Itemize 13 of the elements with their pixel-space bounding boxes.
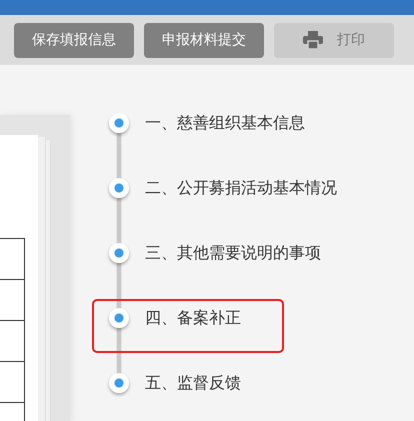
step-dot-icon bbox=[109, 243, 129, 263]
step-dot-icon bbox=[109, 308, 129, 328]
step-item[interactable]: 二、公开募捐活动基本情况 bbox=[94, 171, 337, 221]
step-dot-icon bbox=[109, 113, 129, 133]
toolbar-button[interactable]: 保存填报信息 bbox=[14, 22, 134, 58]
step-item[interactable]: 一、慈善组织基本信息 bbox=[94, 106, 305, 156]
printer-icon bbox=[303, 31, 323, 49]
step-item[interactable]: 三、其他需要说明的事项 bbox=[94, 236, 321, 286]
step-dot-icon bbox=[109, 178, 129, 198]
toolbar-button[interactable]: 申报材料提交 bbox=[144, 22, 264, 58]
step-item[interactable]: 五、监督反馈 bbox=[94, 366, 282, 416]
step-dot-icon bbox=[109, 373, 129, 393]
step-item[interactable]: 四、备案补正 bbox=[94, 301, 282, 351]
